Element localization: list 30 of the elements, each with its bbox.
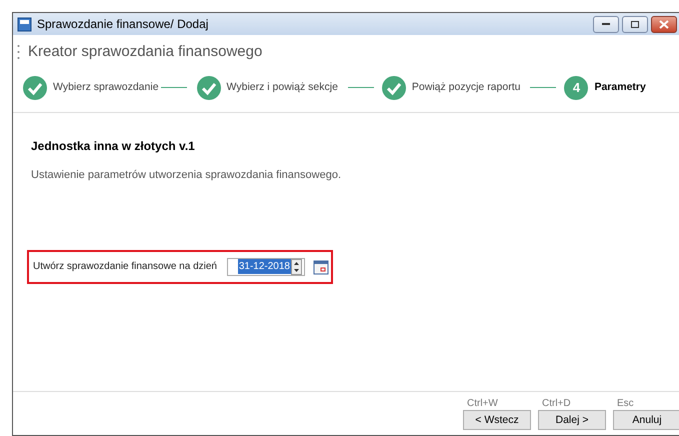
minimize-button[interactable] <box>593 16 619 32</box>
window-title: Sprawozdanie finansowe/ Dodaj <box>37 16 208 33</box>
minimize-icon <box>602 23 610 25</box>
shortcut-label: Esc <box>616 398 635 410</box>
step-label: Powiąż pozycje raportu <box>412 80 520 95</box>
check-icon <box>23 76 47 100</box>
wizard-button[interactable]: Dalej > <box>538 410 606 430</box>
shortcut-label: Ctrl+W <box>466 398 499 410</box>
maximize-icon <box>631 20 639 28</box>
check-icon <box>196 76 221 100</box>
close-button[interactable] <box>651 16 677 32</box>
check-icon <box>382 76 406 100</box>
description-text: Ustawienie parametrów utworzenia sprawozdania finansowego. <box>31 168 342 183</box>
close-icon <box>659 20 669 28</box>
app-icon <box>17 16 32 32</box>
field-label: Utwórz sprawozdanie finansowe na dzień <box>33 260 217 274</box>
wizard-title: Kreator sprawozdania finansowego <box>28 42 262 62</box>
grip-icon <box>17 44 20 60</box>
maximize-button[interactable] <box>622 16 648 32</box>
step-label: Wybierz sprawozdanie <box>53 80 159 95</box>
form-heading: Jednostka inna w złotych v.1 <box>31 138 196 155</box>
shortcut-label: Ctrl+D <box>541 398 572 410</box>
wizard-button[interactable]: < Wstecz <box>463 410 531 430</box>
spinner-icon[interactable] <box>291 258 302 274</box>
calendar-icon[interactable] <box>313 258 329 274</box>
wizard-button[interactable]: Anuluj <box>613 410 679 430</box>
step-label: Parametry <box>594 80 646 95</box>
date-field[interactable]: 31-12-2018 <box>227 258 305 276</box>
step-number: 4 <box>564 76 588 100</box>
step-label: Wybierz i powiąż sekcje <box>226 80 338 95</box>
